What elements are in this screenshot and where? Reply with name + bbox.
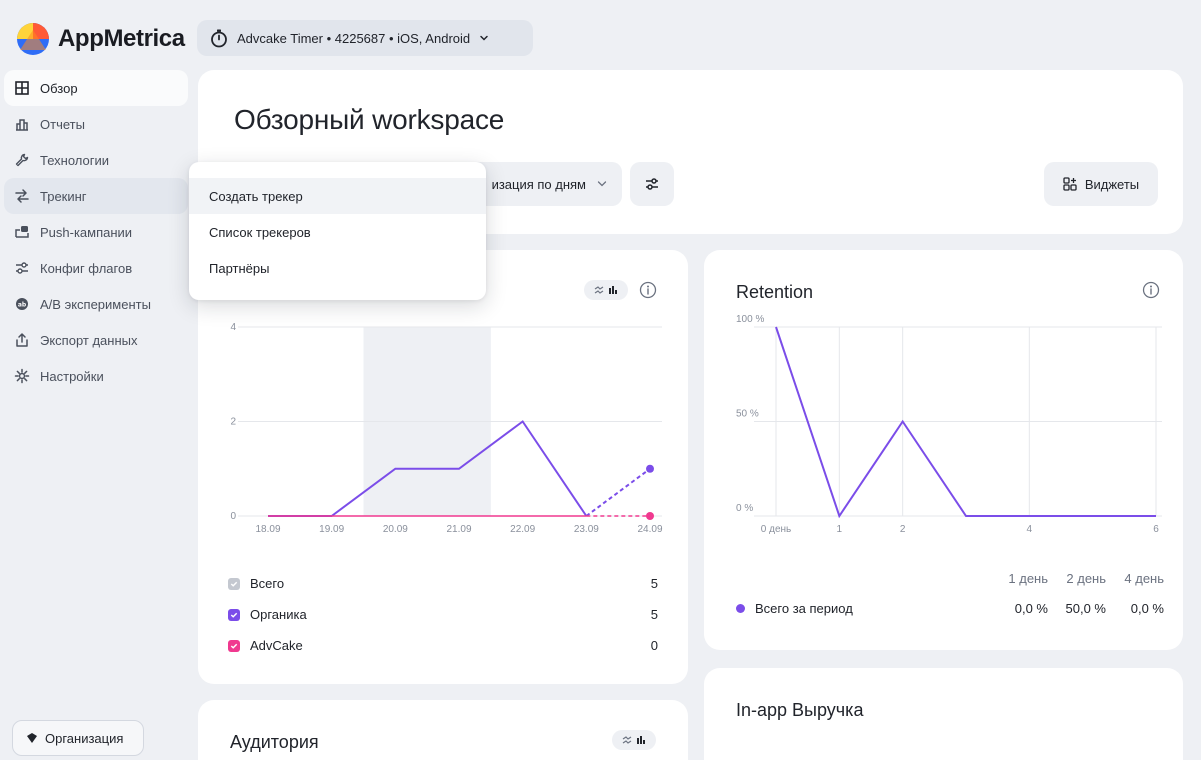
series-line-forecast: [585, 467, 651, 517]
sidebar-item-label: Конфиг флагов: [40, 260, 133, 276]
page-title: Обзорный workspace: [234, 104, 505, 135]
series-dot: [736, 603, 745, 613]
app-switcher[interactable]: Advcake Timer • 4225687 • iOS, Android: [197, 20, 533, 56]
ab-icon: ab: [16, 298, 28, 310]
sidebar-item-reports[interactable]: Отчеты: [4, 106, 188, 142]
sidebar-item-label: A/B эксперименты: [40, 296, 151, 312]
x-tick-label: 22.09: [510, 524, 535, 535]
sidebar-item-label: Трекинг: [40, 188, 87, 204]
x-tick-label: 23.09: [574, 524, 599, 535]
x-tick-label: 1: [837, 524, 843, 535]
x-tick-label: 19.09: [319, 524, 344, 535]
widgets-button[interactable]: Виджеты: [1044, 162, 1158, 206]
menu-item-tracker-list[interactable]: Список трекеров: [189, 214, 486, 250]
sidebar-item-push[interactable]: Push-кампании: [4, 214, 188, 250]
y-tick-label: 50 %: [736, 409, 759, 420]
gear-icon: [14, 368, 30, 384]
sidebar-item-flags[interactable]: Конфиг флагов: [4, 250, 188, 286]
y-tick-label: 0: [230, 511, 236, 522]
organization-icon: [27, 733, 37, 743]
organization-button[interactable]: Организация: [12, 720, 144, 756]
y-tick-label: 2: [230, 417, 236, 428]
x-tick-label: 21.09: [446, 524, 471, 535]
app-logo[interactable]: AppMetrica: [16, 22, 185, 56]
audience-title: Аудитория: [230, 732, 319, 752]
legend-row-total[interactable]: Всего 5: [228, 568, 658, 599]
chart-type-toggle[interactable]: [612, 730, 656, 750]
stopwatch-icon: [211, 29, 227, 48]
appmetrica-logo-icon: [17, 23, 49, 55]
widgets-icon: [1063, 177, 1077, 191]
y-tick-label: 100 %: [736, 314, 764, 325]
retention-table-row: Всего за период 0,0 % 50,0 % 0,0 %: [736, 590, 1164, 626]
retention-card: Retention 0 % 50 % 100 % 0 день 1 2 4 6 1 день …: [704, 250, 1183, 650]
revenue-card: In-app Выручка: [704, 668, 1183, 760]
sidebar-item-label: Отчеты: [40, 116, 85, 132]
x-tick-label: 18.09: [255, 524, 280, 535]
x-tick-label: 6: [1153, 524, 1159, 535]
sidebar-item-label: Экспорт данных: [40, 332, 138, 348]
bar-chart-icon: [16, 119, 28, 131]
sidebar-item-label: Обзор: [40, 80, 78, 96]
chevron-down-icon: [480, 35, 488, 41]
chevron-down-icon: [597, 181, 607, 187]
sidebar-item-ab[interactable]: ab A/B эксперименты: [4, 286, 188, 322]
filter-settings-button[interactable]: [630, 162, 674, 206]
sidebar-item-label: Настройки: [40, 368, 104, 384]
sidebar-item-export[interactable]: Экспорт данных: [4, 322, 188, 358]
wrench-icon: [15, 153, 29, 167]
checkbox-icon: [228, 639, 240, 652]
checkbox-icon: [228, 577, 240, 590]
push-icon: [15, 226, 29, 238]
sidebar-item-label: Push-кампании: [40, 224, 133, 240]
tracking-icon: [15, 189, 29, 203]
sidebar-item-label: Технологии: [40, 152, 110, 168]
sidebar-item-technologies[interactable]: Технологии: [4, 142, 188, 178]
retention-line-chart: 0 % 50 % 100 % 0 день 1 2 4 6: [736, 314, 1162, 535]
brand-name: AppMetrica: [58, 25, 185, 52]
x-tick-label: 20.09: [383, 524, 408, 535]
sidebar-item-overview[interactable]: Обзор: [4, 70, 188, 106]
tracking-dropdown-menu: Создать трекер Список трекеров Партнёры: [189, 162, 486, 300]
sidebar-item-tracking[interactable]: Трекинг: [4, 178, 188, 214]
retention-table-header: 1 день 2 день 4 день: [1008, 570, 1164, 586]
x-tick-label: 4: [1027, 524, 1033, 535]
x-tick-label: 0 день: [761, 524, 791, 535]
audience-card: Аудитория: [198, 700, 688, 760]
retention-table: 1 день 2 день 4 день Всего за период 0,0…: [736, 566, 1164, 626]
y-tick-label: 4: [230, 322, 236, 333]
checkbox-icon: [228, 608, 240, 621]
bar-chart-icon: [637, 736, 645, 744]
menu-item-create-tracker[interactable]: Создать трекер: [189, 178, 486, 214]
menu-item-partners[interactable]: Партнёры: [189, 250, 486, 286]
sidebar: Обзор Отчеты Технологии Трекинг Push-кам…: [4, 70, 188, 394]
revenue-title: In-app Выручка: [736, 700, 864, 720]
y-tick-label: 0 %: [736, 503, 753, 514]
data-point: [646, 512, 654, 520]
users-card: 0 2 4 18.09 19.09 20.09 21.09 22.09 23.09 24.09 В…: [198, 250, 688, 684]
users-legend: Всего 5 Органика 5 AdvCake 0: [228, 568, 658, 661]
x-tick-label: 24.09: [637, 524, 662, 535]
app-switcher-label: Advcake Timer • 4225687 • iOS, Android: [237, 30, 471, 46]
flags-icon: [16, 262, 28, 274]
legend-row-advcake[interactable]: AdvCake 0: [228, 630, 658, 661]
sliders-icon: [646, 178, 658, 190]
data-point: [646, 464, 654, 473]
x-tick-label: 2: [900, 524, 906, 535]
export-icon: [16, 333, 28, 347]
sidebar-item-settings[interactable]: Настройки: [4, 358, 188, 394]
line-chart-icon: [622, 736, 632, 744]
grid-icon: [15, 81, 29, 95]
svg-text:ab: ab: [18, 302, 27, 309]
legend-row-organic[interactable]: Органика 5: [228, 599, 658, 630]
